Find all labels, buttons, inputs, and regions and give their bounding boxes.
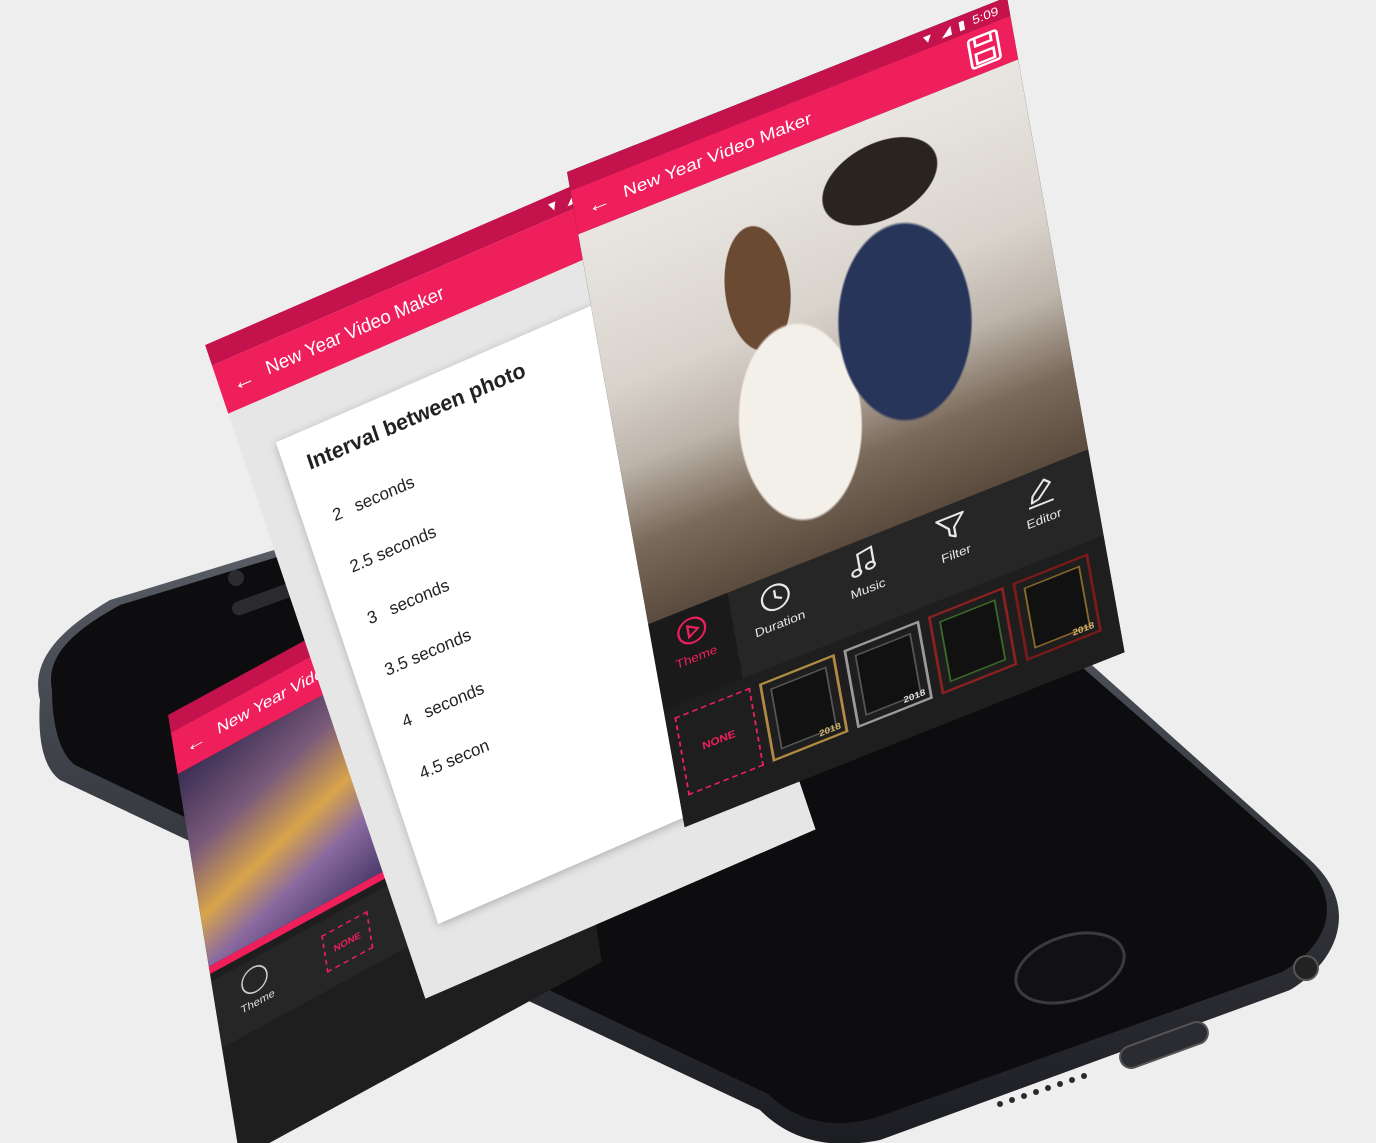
frame-none[interactable]: NONE [321, 910, 374, 973]
interval-option[interactable]: 4 seconds [400, 679, 487, 733]
interval-option[interactable]: 3 seconds [365, 576, 452, 630]
signal-icon: ◢ [939, 23, 953, 41]
frame-none-label: NONE [701, 727, 737, 753]
interval-option[interactable]: 3.5 seconds [382, 625, 473, 681]
frame-thumbnail[interactable] [927, 586, 1018, 695]
frame-thumbnail[interactable]: 2018 [1012, 553, 1102, 662]
tab-theme[interactable]: Theme [236, 958, 276, 1016]
frame-thumbnail[interactable]: 2018 [843, 620, 933, 729]
frame-thumbnail[interactable]: 2018 [758, 653, 849, 763]
wifi-icon: ▼ [919, 29, 936, 48]
interval-option[interactable]: 2 seconds [330, 473, 417, 527]
frame-none[interactable]: NONE [674, 687, 765, 796]
wifi-icon: ▼ [544, 196, 562, 216]
interval-option[interactable]: 4.5 secon [417, 736, 492, 785]
back-arrow-icon[interactable]: ← [216, 356, 271, 403]
front-camera-icon [228, 570, 244, 586]
frame-none-label: NONE [333, 929, 362, 955]
interval-option[interactable]: 2.5 seconds [348, 522, 439, 578]
battery-icon: ▮ [956, 17, 967, 34]
